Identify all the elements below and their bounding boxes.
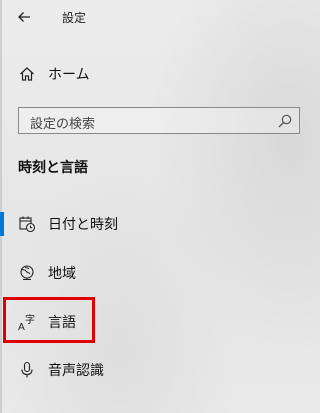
settings-search-input[interactable]: 設定の検索 (18, 107, 300, 134)
home-nav-item[interactable]: ホーム (0, 58, 310, 90)
section-heading: 時刻と言語 (18, 160, 88, 176)
globe-icon (17, 263, 37, 283)
calendar-clock-icon (17, 214, 37, 234)
nav-item-label: 日付と時刻 (48, 217, 118, 233)
title-bar: 設定 (0, 0, 310, 34)
nav-item-date-time[interactable]: 日付と時刻 (0, 208, 310, 240)
search-icon[interactable] (277, 113, 293, 129)
back-arrow-icon (18, 12, 30, 22)
back-button[interactable] (10, 5, 38, 29)
microphone-icon (17, 360, 37, 380)
highlight-box (3, 297, 95, 343)
search-placeholder: 設定の検索 (30, 117, 96, 132)
window-title: 設定 (62, 11, 87, 25)
nav-item-speech[interactable]: 音声認識 (0, 354, 310, 386)
nav-item-label: 地域 (48, 266, 76, 282)
nav-item-label: 音声認識 (48, 363, 104, 379)
nav-item-region[interactable]: 地域 (0, 257, 310, 289)
home-label: ホーム (48, 67, 90, 83)
home-icon (17, 64, 37, 84)
